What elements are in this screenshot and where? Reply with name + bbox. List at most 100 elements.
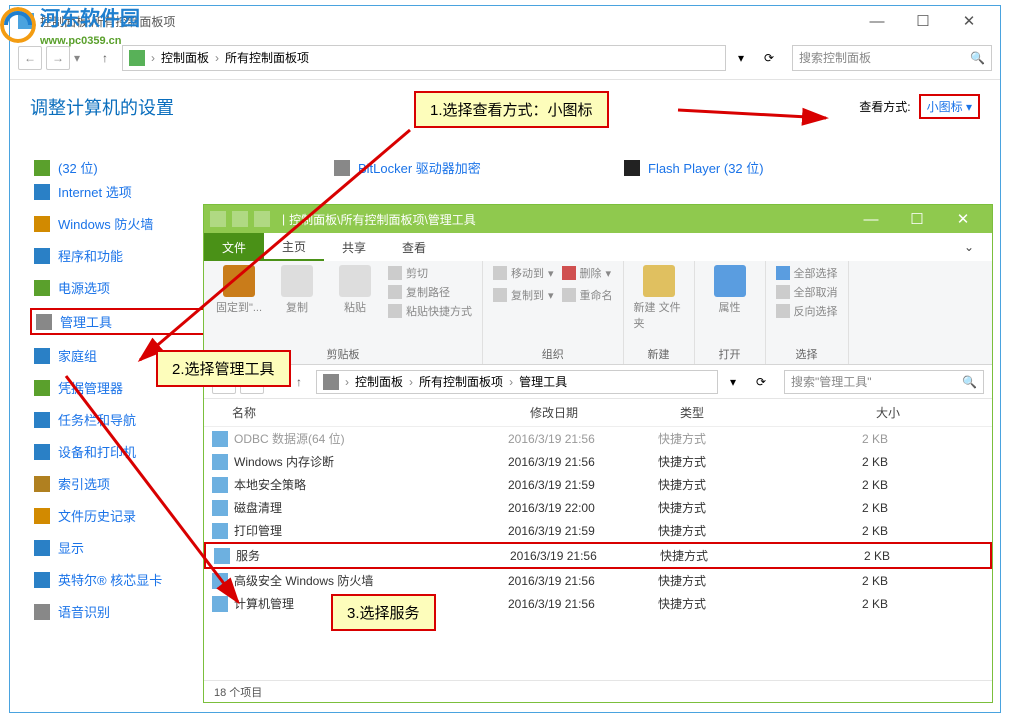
ribbon-delete-button[interactable]: 删除 ▾ [562,265,613,281]
inner-minimize-button[interactable]: — [848,206,894,232]
nav-forward-button[interactable]: → [46,46,70,70]
inner-nav-up-button[interactable]: ↑ [288,371,310,393]
ribbon-pastelink-button[interactable]: 粘贴快捷方式 [388,303,472,319]
breadcrumb-icon [129,50,145,66]
folder-icon [323,374,339,390]
inner-search-input[interactable]: 搜索"管理工具" 🔍 [784,370,984,394]
ribbon-invert-button[interactable]: 反向选择 [776,303,838,319]
close-button[interactable]: ✕ [946,8,992,34]
ribbon-paste-button[interactable]: 粘贴 [330,265,380,315]
file-row[interactable]: 打印管理2016/3/19 21:59快捷方式2 KB [204,519,992,542]
inner-breadcrumb[interactable]: › 控制面板 › 所有控制面板项 › 管理工具 [316,370,718,394]
nav-up-button[interactable]: ↑ [94,47,116,69]
file-list-header[interactable]: 名称 修改日期 类型 大小 [204,399,992,427]
file-date: 2016/3/19 21:59 [508,524,658,538]
cp-item-0[interactable]: Internet 选项 [30,180,230,203]
tab-view[interactable]: 查看 [384,233,444,261]
cp-item-label: 语音识别 [58,602,110,621]
cp-item-8[interactable]: 设备和打印机 [30,440,230,463]
outer-titlebar[interactable]: 控制面板\所有控制面板项 — ☐ ✕ [10,6,1000,36]
cp-item-10[interactable]: 文件历史记录 [30,504,230,527]
crumb-2[interactable]: 所有控制面板项 [225,49,309,66]
crumb-3[interactable]: 管理工具 [519,373,567,390]
cp-item-12[interactable]: 英特尔® 核芯显卡 [30,568,230,591]
refresh-button[interactable]: ⟳ [756,51,782,65]
cp-item-2[interactable]: 程序和功能 [30,244,230,267]
cp-item-11[interactable]: 显示 [30,536,230,559]
crumb-2[interactable]: 所有控制面板项 [419,373,503,390]
crumb-1[interactable]: 控制面板 [355,373,403,390]
cp-item-label: 电源选项 [58,278,110,297]
col-size[interactable]: 大小 [830,404,910,421]
tab-share[interactable]: 共享 [324,233,384,261]
cp-item-bitlocker[interactable]: BitLocker 驱动器加密 [330,156,485,179]
file-row[interactable]: 计算机管理2016/3/19 21:56快捷方式2 KB [204,592,992,615]
inner-refresh-button[interactable]: ⟳ [748,375,774,389]
qat-icon[interactable] [254,211,270,227]
nav-history-dropdown[interactable]: ▾ [74,51,80,65]
file-row[interactable]: 磁盘清理2016/3/19 22:00快捷方式2 KB [204,496,992,519]
cp-item-4[interactable]: 管理工具 [30,308,230,335]
inner-title: 控制面板\所有控制面板项\管理工具 [289,211,848,228]
ribbon-newfolder-button[interactable]: 新建 文件夹 [634,265,684,331]
file-date: 2016/3/19 21:56 [508,597,658,611]
ribbon-props-button[interactable]: 属性 [705,265,755,315]
file-row[interactable]: 服务2016/3/19 21:56快捷方式2 KB [204,542,992,569]
ribbon-moveto-button[interactable]: 移动到 ▾ [493,265,554,281]
cp-item-9[interactable]: 索引选项 [30,472,230,495]
view-mode-dropdown[interactable]: 小图标 ▾ [919,94,980,119]
col-name[interactable]: 名称 [232,404,530,421]
ribbon-selectnone-button[interactable]: 全部取消 [776,284,838,300]
cp-item-1[interactable]: Windows 防火墙 [30,212,230,235]
cp-item-flash[interactable]: Flash Player (32 位) [620,156,768,179]
col-type[interactable]: 类型 [680,404,830,421]
inner-breadcrumb-dropdown-icon[interactable]: ▾ [720,375,746,389]
inner-toolbar: ← → ▾ ↑ › 控制面板 › 所有控制面板项 › 管理工具 ▾ ⟳ 搜索"管… [204,365,992,399]
col-date[interactable]: 修改日期 [530,404,680,421]
inner-titlebar[interactable]: | 控制面板\所有控制面板项\管理工具 — ☐ ✕ [204,205,992,233]
minimize-button[interactable]: — [854,8,900,34]
ribbon-cut-button[interactable]: 剪切 [388,265,472,281]
file-row[interactable]: 高级安全 Windows 防火墙2016/3/19 21:56快捷方式2 KB [204,569,992,592]
cp-item-label: 显示 [58,538,84,557]
shortcut-icon [214,548,230,564]
tab-file[interactable]: 文件 [204,233,264,261]
cp-item-13[interactable]: 语音识别 [30,600,230,623]
ribbon-copy-button[interactable]: 复制 [272,265,322,315]
file-name: 本地安全策略 [234,476,306,493]
inner-maximize-button[interactable]: ☐ [894,206,940,232]
nav-back-button[interactable]: ← [18,46,42,70]
maximize-button[interactable]: ☐ [900,8,946,34]
rename-icon [562,288,576,302]
file-list: 名称 修改日期 类型 大小 ODBC 数据源(64 位)2016/3/19 21… [204,399,992,615]
qat-icon[interactable] [210,211,226,227]
ribbon-copypath-button[interactable]: 复制路径 [388,284,472,300]
qat-icon[interactable] [232,211,248,227]
shortcut-icon [212,431,228,447]
ribbon-pin-button[interactable]: 固定到"... [214,265,264,315]
ribbon-copyto-button[interactable]: 复制到 ▾ [493,287,554,303]
outer-search-input[interactable]: 搜索控制面板 🔍 [792,45,992,71]
file-row[interactable]: Windows 内存诊断2016/3/19 21:56快捷方式2 KB [204,450,992,473]
file-name: Windows 内存诊断 [234,453,334,470]
cp-item-3[interactable]: 电源选项 [30,276,230,299]
ribbon-collapse-icon[interactable]: ⌄ [946,233,992,261]
inner-close-button[interactable]: ✕ [940,206,986,232]
file-row[interactable]: 本地安全策略2016/3/19 21:59快捷方式2 KB [204,473,992,496]
pin-icon [223,265,255,297]
search-icon: 🔍 [970,51,985,65]
breadcrumb-dropdown-icon[interactable]: ▾ [728,51,754,65]
file-row[interactable]: ODBC 数据源(64 位)2016/3/19 21:56快捷方式2 KB [204,427,992,450]
path-icon [388,285,402,299]
ribbon-selectall-button[interactable]: 全部选择 [776,265,838,281]
shortcut-icon [212,477,228,493]
shortcut-icon [212,573,228,589]
cp-item-7[interactable]: 任务栏和导航 [30,408,230,431]
tab-home[interactable]: 主页 [264,233,324,261]
outer-breadcrumb[interactable]: › 控制面板 › 所有控制面板项 [122,45,726,71]
crumb-1[interactable]: 控制面板 [161,49,209,66]
cp-item-32bit[interactable]: (32 位) [30,156,102,179]
search-placeholder: 搜索控制面板 [799,49,871,66]
ribbon-rename-button[interactable]: 重命名 [562,287,613,303]
app-icon [34,540,50,556]
